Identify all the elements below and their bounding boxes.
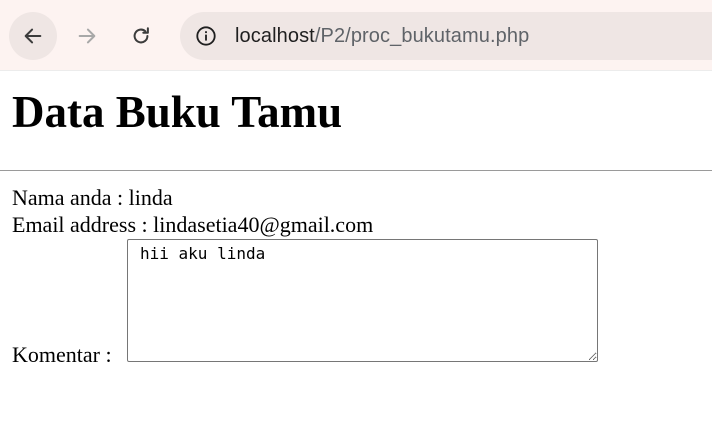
- comment-textarea[interactable]: hii aku linda: [127, 239, 598, 362]
- divider: [0, 170, 712, 171]
- comment-label: Komentar :: [12, 342, 112, 367]
- back-button[interactable]: [9, 12, 57, 60]
- forward-button[interactable]: [63, 12, 111, 60]
- page-content: Data Buku Tamu: [12, 84, 712, 140]
- arrow-left-icon: [24, 28, 42, 44]
- arrow-right-icon: [78, 28, 96, 44]
- reload-button[interactable]: [117, 12, 165, 60]
- email-row: Email address : lindasetia40@gmail.com: [12, 212, 373, 238]
- url-host: localhost: [235, 24, 315, 47]
- email-value: lindasetia40@gmail.com: [153, 212, 374, 237]
- browser-toolbar: localhost/P2/proc_bukutamu.php: [0, 0, 712, 71]
- address-bar[interactable]: localhost/P2/proc_bukutamu.php: [180, 12, 712, 60]
- name-row: Nama anda : linda: [12, 185, 173, 211]
- name-value: linda: [128, 185, 173, 210]
- page-title: Data Buku Tamu: [12, 87, 343, 137]
- name-label: Nama anda :: [12, 185, 129, 210]
- url-text[interactable]: localhost/P2/proc_bukutamu.php: [235, 25, 529, 48]
- reload-icon: [133, 27, 149, 44]
- email-label: Email address :: [12, 212, 154, 237]
- info-circle-icon[interactable]: [195, 25, 217, 47]
- url-path: /P2/proc_bukutamu.php: [314, 24, 530, 47]
